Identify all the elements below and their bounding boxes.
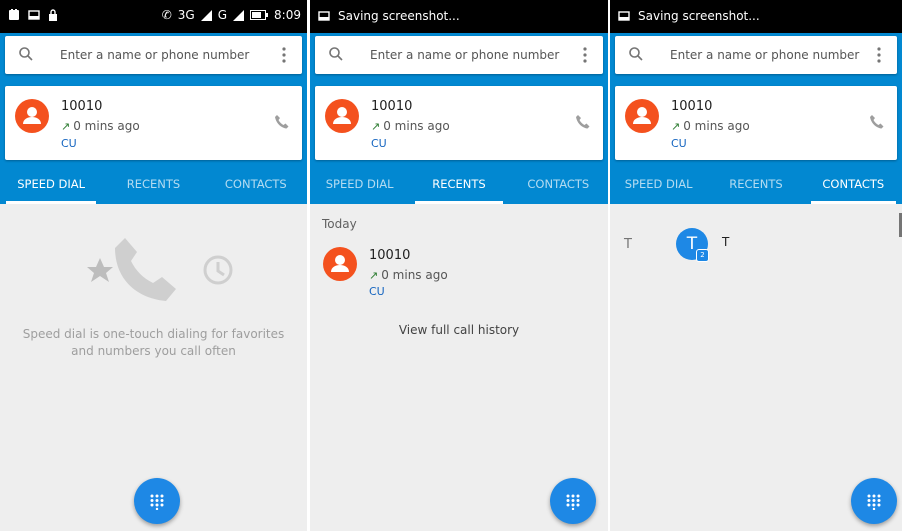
call-time: ↗ 0 mins ago (369, 268, 448, 282)
tab-contacts[interactable]: CONTACTS (805, 165, 902, 204)
recents-screen: Saving screenshot... Enter a name or pho… (310, 0, 608, 531)
vibrate-icon: ✆ (161, 8, 172, 22)
contact-avatar (323, 247, 357, 281)
sim-badge-icon: 2 (696, 249, 709, 262)
call-number: 10010 (369, 248, 411, 263)
call-time: ↗ 0 mins ago (61, 119, 140, 133)
search-input[interactable]: Enter a name or phone number (670, 48, 859, 62)
call-time: ↗ 0 mins ago (371, 119, 450, 133)
status-bar: ✆ 3G G 8:09 (0, 0, 307, 33)
status-bar: Saving screenshot... (610, 0, 902, 33)
tab-bar: SPEED DIAL RECENTS CONTACTS (310, 165, 608, 204)
carrier-label: CU (369, 285, 385, 298)
tab-bar: SPEED DIAL RECENTS CONTACTS (0, 165, 307, 204)
dialpad-button[interactable] (134, 478, 180, 524)
search-input[interactable]: Enter a name or phone number (60, 48, 249, 62)
favorite-contact-card[interactable]: 10010 ↗ 0 mins ago CU (315, 86, 603, 160)
section-letter: T (624, 237, 632, 252)
dialpad-icon (566, 494, 580, 510)
contact-avatar (325, 99, 359, 133)
dialpad-button[interactable] (851, 478, 897, 524)
person-icon (633, 107, 651, 124)
notification-icon (9, 9, 19, 20)
status-bar: Saving screenshot... (310, 0, 608, 33)
phone-icon (115, 238, 176, 301)
outgoing-arrow-icon: ↗ (369, 269, 379, 282)
search-bar[interactable]: Enter a name or phone number (615, 36, 897, 74)
search-icon (19, 47, 33, 61)
clock: 8:09 (274, 8, 301, 22)
dialpad-icon (150, 494, 164, 510)
contact-avatar (625, 99, 659, 133)
tab-contacts[interactable]: CONTACTS (205, 165, 307, 204)
star-icon (87, 258, 113, 282)
dialpad-icon (867, 494, 881, 510)
signal-icon (200, 9, 212, 21)
screenshot-icon (28, 10, 40, 20)
person-icon (23, 107, 41, 124)
tab-bar: SPEED DIAL RECENTS CONTACTS (610, 165, 902, 204)
speed-dial-empty-message: Speed dial is one-touch dialing for favo… (22, 327, 285, 358)
contact-number: 10010 (671, 99, 713, 114)
screenshot-icon (318, 11, 330, 21)
contacts-screen: Saving screenshot... Enter a name or pho… (610, 0, 902, 531)
more-options-icon[interactable] (877, 47, 881, 63)
saving-screenshot-text: Saving screenshot... (638, 9, 760, 23)
search-bar[interactable]: Enter a name or phone number (315, 36, 603, 74)
tab-speed-dial[interactable]: SPEED DIAL (310, 165, 409, 204)
call-time: ↗ 0 mins ago (671, 119, 750, 133)
outgoing-arrow-icon: ↗ (61, 120, 71, 133)
section-header-today: Today (322, 217, 357, 231)
signal-icon (233, 9, 245, 21)
tab-recents[interactable]: RECENTS (707, 165, 804, 204)
more-options-icon[interactable] (583, 47, 587, 63)
speed-dial-screen: ✆ 3G G 8:09 Enter a name or phone number… (0, 0, 307, 531)
search-icon (629, 47, 643, 61)
person-icon (333, 107, 351, 124)
lock-icon (49, 9, 57, 21)
outgoing-arrow-icon: ↗ (671, 120, 681, 133)
tab-contacts[interactable]: CONTACTS (509, 165, 608, 204)
call-icon[interactable] (869, 114, 885, 130)
person-icon (331, 255, 349, 272)
tab-speed-dial[interactable]: SPEED DIAL (0, 165, 102, 204)
saving-screenshot-text: Saving screenshot... (338, 9, 460, 23)
tab-recents[interactable]: RECENTS (102, 165, 204, 204)
search-icon (329, 47, 343, 61)
carrier-label: CU (61, 137, 77, 150)
carrier-label: CU (671, 137, 687, 150)
contact-avatar: T 2 (676, 228, 709, 262)
more-options-icon[interactable] (282, 47, 286, 63)
view-full-call-history-link[interactable]: View full call history (310, 323, 608, 337)
contact-number: 10010 (61, 99, 103, 114)
screenshot-icon (618, 11, 630, 21)
favorite-contact-card[interactable]: 10010 ↗ 0 mins ago CU (615, 86, 897, 160)
outgoing-arrow-icon: ↗ (371, 120, 381, 133)
contact-avatar (15, 99, 49, 133)
network-type: 3G (177, 8, 195, 22)
call-icon[interactable] (274, 114, 290, 130)
network-type-2: G (217, 8, 228, 22)
speed-dial-illustration (87, 238, 233, 301)
search-input[interactable]: Enter a name or phone number (370, 48, 559, 62)
tab-speed-dial[interactable]: SPEED DIAL (610, 165, 707, 204)
tab-recents[interactable]: RECENTS (409, 165, 508, 204)
dialpad-button[interactable] (550, 478, 596, 524)
carrier-label: CU (371, 137, 387, 150)
battery-icon (250, 10, 269, 20)
call-icon[interactable] (575, 114, 591, 130)
favorite-contact-card[interactable]: 10010 ↗ 0 mins ago CU (5, 86, 302, 160)
contact-name: T (722, 235, 730, 249)
contact-number: 10010 (371, 99, 413, 114)
search-bar[interactable]: Enter a name or phone number (5, 36, 302, 74)
